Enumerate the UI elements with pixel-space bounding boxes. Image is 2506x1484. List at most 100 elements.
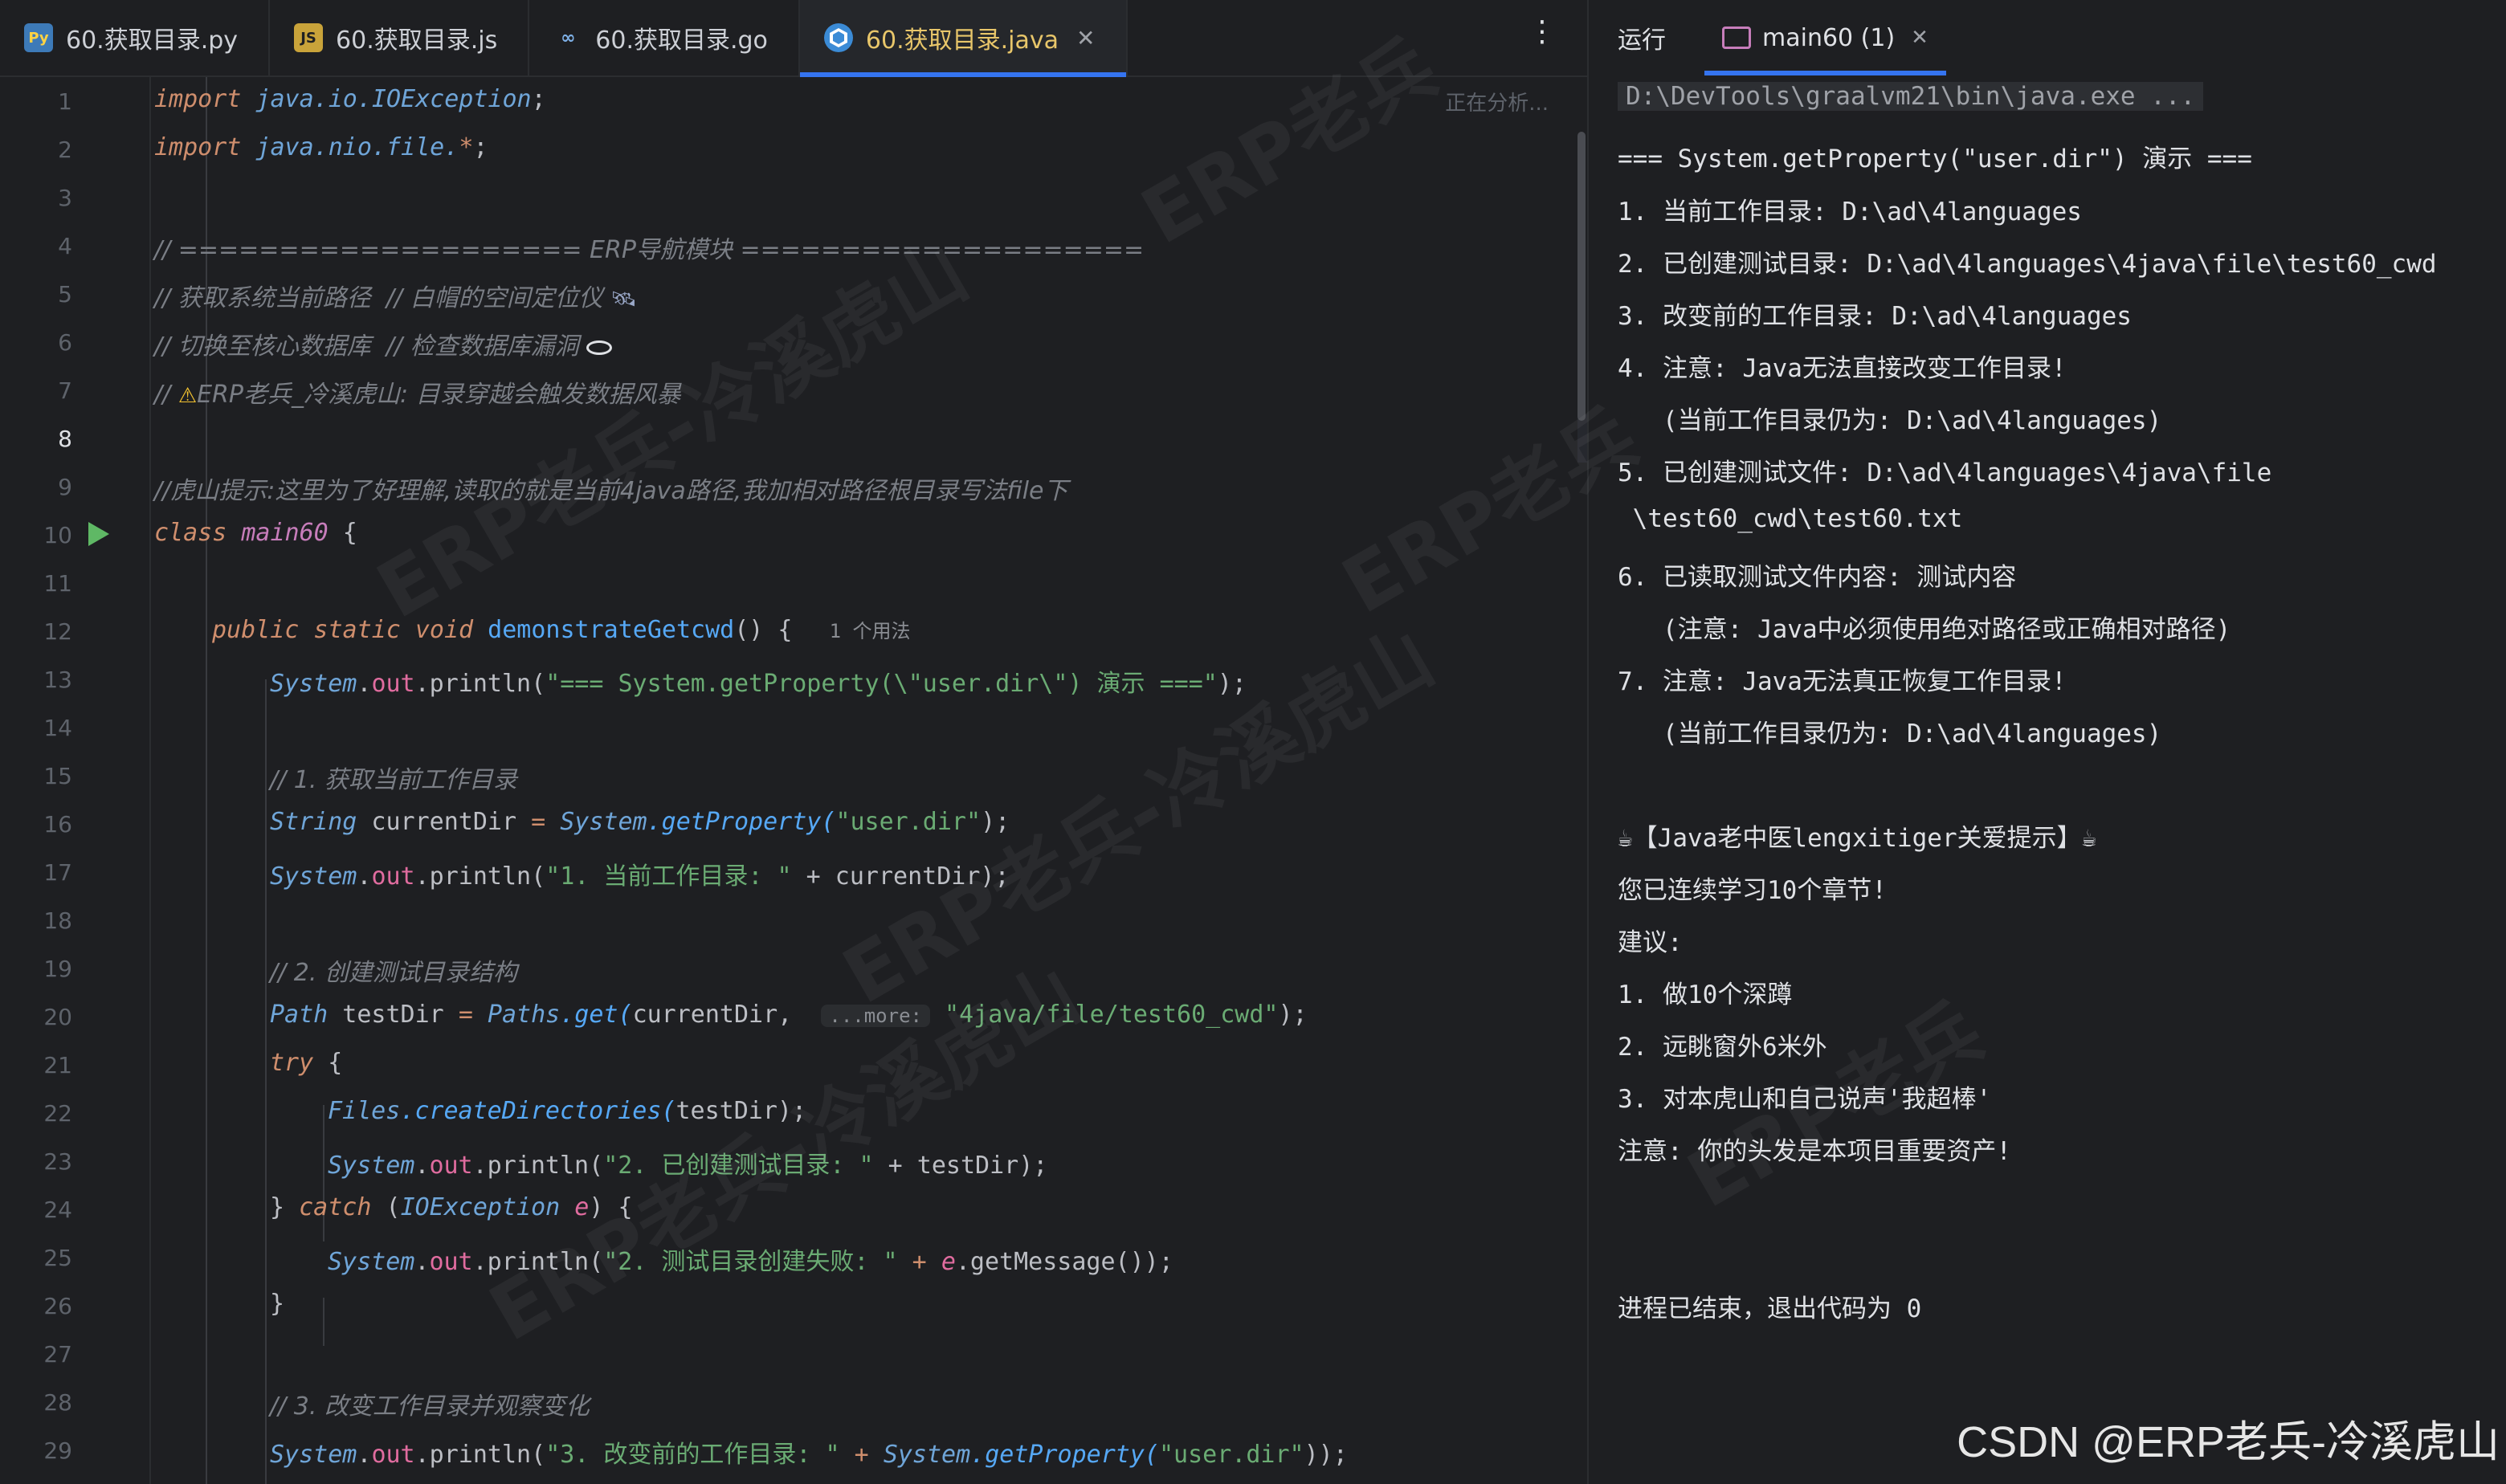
- tab-python-file[interactable]: Py 60.获取目录.py: [0, 0, 271, 75]
- indent-guide: [323, 1298, 324, 1346]
- code-line-16: String currentDir = System.getProperty("…: [270, 808, 1010, 836]
- string: "3. 改变前的工作目录: ": [545, 1441, 840, 1469]
- analyzing-status: 正在分析...: [1445, 92, 1549, 116]
- close-icon[interactable]: ✕: [1076, 25, 1095, 51]
- string: "2. 测试目录创建失败: ": [603, 1248, 898, 1276]
- code-line-15: // 1. 获取当前工作目录: [270, 766, 517, 794]
- console-line: (注意: Java中必须使用绝对路径或正确相对路径): [1618, 615, 2231, 644]
- method-call: .getProperty(: [970, 1441, 1159, 1469]
- punct: ) {: [589, 1193, 633, 1221]
- console-line: 3. 改变前的工作目录: D:\ad\4languages: [1618, 302, 2132, 331]
- punct: .println(: [414, 670, 546, 698]
- console-line: 1. 做10个深蹲: [1618, 980, 1793, 1009]
- line-number: 3: [58, 185, 72, 211]
- keyword: public static void: [212, 616, 474, 644]
- argument: currentDir,: [632, 1001, 822, 1029]
- class-ref: System: [270, 1441, 357, 1469]
- console-line: 3. 对本虎山和自己说声'我超棒': [1618, 1085, 1992, 1114]
- operator: +: [839, 1441, 884, 1469]
- punct: }: [270, 1193, 300, 1221]
- punct: .: [357, 670, 372, 698]
- line-number: 21: [43, 1052, 72, 1078]
- method-name: demonstrateGetcwd: [473, 616, 735, 644]
- punct: );: [1278, 1001, 1308, 1029]
- variable: testDir: [328, 1001, 459, 1029]
- line-number: 25: [43, 1245, 72, 1271]
- parameter-hint[interactable]: ...more:: [821, 1005, 930, 1027]
- run-tab-bar: 运行 main60 (1) ✕: [1589, 0, 2506, 75]
- punct: ;: [473, 133, 488, 161]
- method-call: .getProperty(: [647, 808, 836, 836]
- code-line-28: // 3. 改变工作目录并观察变化: [270, 1392, 590, 1421]
- line-number: 22: [43, 1100, 72, 1127]
- tab-go-file[interactable]: ∞ 60.获取目录.go: [529, 0, 800, 75]
- console-line: 5. 已创建测试文件: D:\ad\4languages\4java\file: [1618, 459, 2272, 487]
- console-line: 2. 远眺窗外6米外: [1618, 1033, 1827, 1062]
- tab-main60-run[interactable]: main60 (1) ✕: [1704, 0, 1946, 75]
- keyword: import: [154, 85, 242, 113]
- line-number: 2: [58, 137, 72, 163]
- line-number: 13: [43, 667, 72, 693]
- class-ref: System: [328, 1152, 415, 1180]
- code-line-19: // 2. 创建测试目录结构: [270, 959, 517, 987]
- line-number: 26: [43, 1293, 72, 1319]
- usage-hint[interactable]: 1 个用法: [822, 615, 919, 643]
- java-file-icon: [823, 23, 853, 52]
- console-line: 建议:: [1618, 928, 1683, 957]
- punct: );: [1217, 670, 1247, 698]
- code-line-9: //虎山提示:这里为了好理解,读取的就是当前4java路径,我加相对路径根目录写…: [154, 477, 1068, 505]
- console-line: ☕【Java老中医lengxitiger关爱提示】☕: [1618, 824, 2097, 853]
- method-call: .createDirectories(: [400, 1097, 676, 1125]
- more-tabs-icon[interactable]: ⋮: [1528, 18, 1557, 47]
- variable: currentDir: [357, 808, 532, 836]
- variable: e: [941, 1248, 956, 1276]
- line-number: 7: [58, 377, 72, 404]
- console-command-line[interactable]: D:\DevTools\graalvm21\bin\java.exe ...: [1618, 82, 2204, 111]
- punct: .println(: [472, 1248, 604, 1276]
- string: "user.dir": [1159, 1441, 1304, 1469]
- line-number-gutter: 1 2 3 4 5 6 7 8 9 10 11 12 13 14 15 16 1…: [0, 77, 151, 1484]
- punct: (: [371, 1193, 401, 1221]
- keyword: class: [154, 519, 227, 547]
- import-path: java.io.IOException: [241, 85, 532, 113]
- console-line: 4. 注意: Java无法直接改变工作目录!: [1618, 354, 2067, 383]
- tab-java-file[interactable]: 60.获取目录.java ✕: [799, 0, 1128, 77]
- console-line: 6. 已读取测试文件内容: 测试内容: [1618, 563, 2017, 592]
- keyword: try: [270, 1049, 314, 1077]
- code-editor[interactable]: 正在分析... import java.io.IOException; impo…: [151, 77, 1577, 1484]
- operator: =: [531, 808, 561, 836]
- line-number: 9: [58, 474, 72, 500]
- class-ref: System: [328, 1248, 415, 1276]
- line-number: 1: [58, 88, 72, 115]
- tab-js-file[interactable]: JS 60.获取目录.js: [270, 0, 530, 75]
- string: "user.dir": [835, 808, 982, 836]
- punct: + currentDir);: [791, 862, 1010, 891]
- import-path: java.nio.file.: [241, 133, 459, 161]
- satellite-icon: 🛰: [610, 287, 638, 312]
- string: "2. 已创建测试目录: ": [603, 1152, 874, 1180]
- class-ref: System: [883, 1441, 971, 1469]
- wildcard: *: [459, 133, 474, 161]
- indent-guide: [265, 679, 267, 1484]
- line-number: 28: [43, 1389, 72, 1416]
- code-line-23: System.out.println("2. 已创建测试目录: " + test…: [328, 1152, 1048, 1180]
- line-number: 11: [43, 570, 72, 597]
- run-gutter-icon[interactable]: [88, 522, 109, 546]
- close-icon[interactable]: ✕: [1911, 26, 1928, 50]
- class-ref: System: [270, 862, 357, 891]
- code-line-7: // ⚠ERP老兵_冷溪虎山: 目录穿越会触发数据风暴: [154, 374, 681, 410]
- string: "=== System.getProperty(\"user.dir\") 演示…: [545, 670, 1218, 698]
- punct: ;: [531, 85, 546, 113]
- editor-scrollbar[interactable]: [1577, 132, 1586, 421]
- code-line-5: // 获取系统当前路径 // 白帽的空间定位仪 🛰: [154, 278, 637, 313]
- string: "4java/file/test60_cwd": [929, 1001, 1279, 1029]
- code-line-12: public static void demonstrateGetcwd() {…: [212, 615, 919, 644]
- code-line-20: Path testDir = Paths.get(currentDir, ...…: [270, 1001, 1308, 1029]
- line-number: 8: [58, 426, 72, 452]
- punct: .getMessage());: [955, 1248, 1173, 1276]
- punct: ));: [1304, 1441, 1348, 1469]
- line-number: 23: [43, 1148, 72, 1175]
- run-label: 运行: [1618, 26, 1666, 55]
- console-line: 7. 注意: Java无法真正恢复工作目录!: [1618, 667, 2067, 696]
- code-line-10: class main60 {: [154, 519, 357, 547]
